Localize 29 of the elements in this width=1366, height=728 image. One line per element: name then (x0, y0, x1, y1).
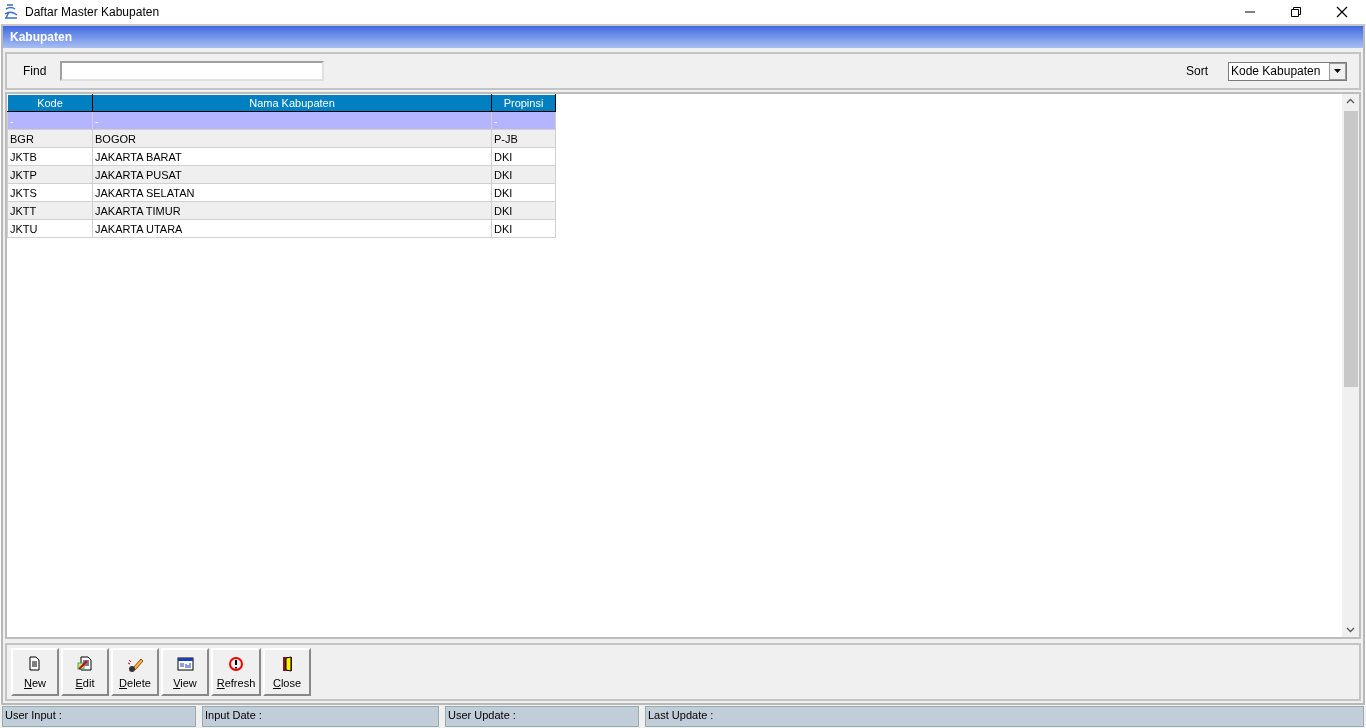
column-header[interactable]: Kode (7, 94, 93, 112)
status-panel: Input Date : (202, 706, 439, 727)
scroll-thumb[interactable] (1343, 111, 1358, 387)
sort-dropdown[interactable]: Kode Kabupaten (1228, 61, 1347, 81)
column-header[interactable]: Nama Kabupaten (92, 94, 492, 112)
sort-label: Sort (1185, 64, 1209, 78)
view-icon (176, 655, 194, 672)
scroll-down-icon[interactable] (1346, 627, 1355, 633)
toolbar-button[interactable]: Edit (61, 648, 109, 696)
app-icon (4, 4, 18, 20)
status-panel: Last Update : (645, 706, 1364, 727)
toolbar-button[interactable]: New (11, 648, 59, 696)
panel-title: Kabupaten (3, 26, 1363, 48)
toolbar-button[interactable]: Refresh (211, 648, 261, 696)
toolbar-button[interactable]: Delete (111, 648, 159, 696)
dropdown-arrow-icon (1334, 69, 1341, 73)
find-label: Find (22, 64, 48, 78)
window-title: Daftar Master Kabupaten (25, 5, 160, 19)
status-panel: User Input : (2, 706, 196, 727)
close-icon[interactable] (1336, 6, 1348, 18)
toolbar-button[interactable]: Close (263, 648, 311, 696)
scroll-up-icon[interactable] (1346, 98, 1355, 104)
status-panel: User Update : (445, 706, 639, 727)
scrollbar[interactable] (1342, 94, 1359, 637)
edit-icon (76, 655, 94, 672)
restore-icon[interactable] (1290, 6, 1302, 18)
column-header[interactable]: Propinsi (491, 94, 556, 112)
find-field[interactable] (60, 61, 325, 81)
toolbar-button[interactable]: View (161, 648, 209, 696)
